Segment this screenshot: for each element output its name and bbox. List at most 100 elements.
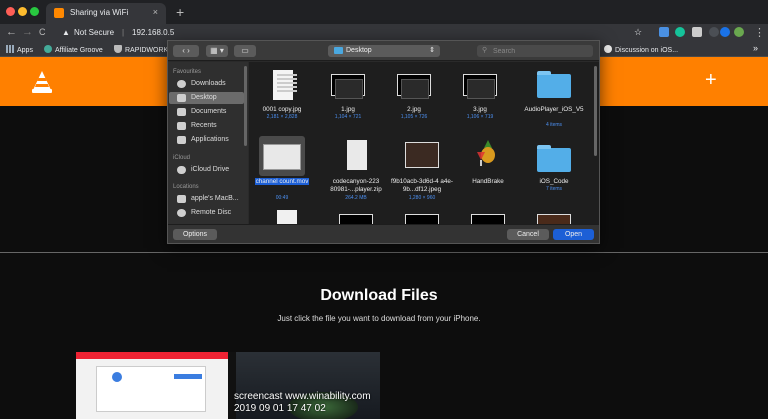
video-thumbnail-1[interactable] bbox=[76, 352, 228, 419]
browser-tab[interactable]: Sharing via WiFi × bbox=[46, 3, 166, 24]
file-name: f9b10acb-3d6d-4 a4e-9b...df12.jpeg bbox=[391, 178, 453, 193]
screencast-watermark: screencast www.winability.com 2019 09 01… bbox=[234, 391, 371, 415]
sidebar-item-icloud-drive[interactable]: iCloud Drive bbox=[169, 164, 244, 176]
sidebar-item-remote-disc[interactable]: Remote Disc bbox=[169, 207, 244, 219]
security-label: Not Secure bbox=[74, 28, 115, 37]
warning-icon: ▲ bbox=[62, 28, 70, 37]
location-popup[interactable]: Desktop ⇕ bbox=[328, 45, 440, 57]
file-meta: 264.2 MB bbox=[345, 195, 367, 201]
search-field[interactable]: ⚲ bbox=[477, 45, 593, 57]
maximize-window-button[interactable] bbox=[30, 7, 39, 16]
sidebar-scrollbar[interactable] bbox=[244, 66, 247, 146]
tab-close-icon[interactable]: × bbox=[153, 7, 158, 17]
close-window-button[interactable] bbox=[6, 7, 15, 16]
bookmarks-overflow[interactable]: » bbox=[753, 43, 758, 53]
applications-icon bbox=[177, 136, 186, 144]
partial-file-doc[interactable] bbox=[277, 210, 297, 224]
sidebar-item-downloads[interactable]: Downloads bbox=[169, 78, 244, 90]
bookmark-site-icon bbox=[44, 45, 52, 53]
partial-file-image[interactable] bbox=[405, 214, 439, 224]
file-item-3-jpg[interactable]: 3.jpg 1,106 × 719 bbox=[447, 62, 513, 132]
view-mode-button[interactable]: ▦ ▾ bbox=[206, 45, 228, 57]
file-name: AudioPlayer_iOS_V5 bbox=[524, 106, 584, 113]
documents-icon bbox=[177, 108, 186, 116]
vlc-cone-icon bbox=[32, 71, 52, 93]
back-button[interactable]: ← bbox=[6, 26, 17, 38]
file-meta: 1,106 × 719 bbox=[466, 114, 494, 120]
extension-blue-icon[interactable] bbox=[720, 27, 730, 37]
file-name: codecanyon-223 80981-...player.zip bbox=[330, 178, 382, 193]
file-item-channel-count[interactable]: channel count.mov 00:49 bbox=[249, 136, 315, 206]
folder-icon bbox=[334, 47, 343, 54]
address-bar[interactable]: ▲ Not Secure | 192.168.0.5 ☆ bbox=[56, 26, 654, 40]
partial-file-image[interactable] bbox=[471, 214, 505, 224]
file-name: 0001 copy.jpg bbox=[262, 106, 302, 113]
locations-heading: Locations bbox=[173, 184, 199, 190]
file-item-audioplayer-folder[interactable]: AudioPlayer_iOS_V5 4 items bbox=[521, 62, 587, 132]
extension-download-icon[interactable] bbox=[659, 27, 669, 37]
watermark-line-1: screencast www.winability.com bbox=[234, 391, 371, 402]
section-divider bbox=[0, 252, 768, 253]
extension-dark-icon[interactable] bbox=[709, 27, 719, 37]
bookmark-rapidwork[interactable]: RAPIDWORK bbox=[114, 45, 168, 54]
disc-icon bbox=[177, 209, 186, 217]
dialog-button-bar: Options Cancel Open bbox=[168, 224, 599, 243]
browser-tab-strip: Sharing via WiFi × + bbox=[0, 0, 768, 24]
partial-file-image[interactable] bbox=[339, 214, 373, 224]
file-name: 3.jpg bbox=[473, 106, 487, 113]
file-item-1-jpg[interactable]: 1.jpg 1,104 × 721 bbox=[315, 62, 381, 132]
cancel-button[interactable]: Cancel bbox=[507, 229, 549, 240]
sidebar-item-macbook[interactable]: apple's MacB... bbox=[169, 193, 244, 205]
bookmark-discussion-ios[interactable]: Discussion on iOS... bbox=[604, 45, 678, 54]
search-input[interactable] bbox=[493, 46, 589, 56]
file-grid-scrollbar[interactable] bbox=[594, 66, 597, 156]
extension-grammarly-icon[interactable] bbox=[675, 27, 685, 37]
new-folder-button[interactable]: ▭ bbox=[234, 45, 256, 57]
laptop-icon bbox=[177, 195, 186, 203]
menu-icon[interactable]: ⋮ bbox=[754, 26, 765, 39]
reload-button[interactable]: C bbox=[39, 27, 46, 37]
location-label: Desktop bbox=[346, 47, 372, 54]
sidebar-item-documents[interactable]: Documents bbox=[169, 106, 244, 118]
options-button[interactable]: Options bbox=[173, 229, 217, 240]
sidebar-item-applications[interactable]: Applications bbox=[169, 134, 244, 146]
file-item-handbrake[interactable]: HandBrake bbox=[455, 136, 521, 206]
sidebar-item-desktop[interactable]: Desktop bbox=[169, 92, 244, 104]
file-meta: 1,105 × 726 bbox=[400, 114, 428, 120]
minimize-window-button[interactable] bbox=[18, 7, 27, 16]
profile-avatar[interactable] bbox=[734, 27, 744, 37]
file-meta: 00:49 bbox=[275, 195, 289, 201]
zip-archive-icon bbox=[347, 140, 367, 170]
partial-file-image[interactable] bbox=[537, 214, 571, 224]
bookmark-affiliate-groove[interactable]: Affiliate Groove bbox=[44, 45, 103, 54]
favourites-heading: Favourites bbox=[173, 69, 202, 75]
forward-button[interactable]: → bbox=[22, 26, 33, 38]
search-icon: ⚲ bbox=[482, 47, 488, 54]
file-meta: 4 items bbox=[545, 122, 563, 128]
file-item-f9b10acb-jpeg[interactable]: f9b10acb-3d6d-4 a4e-9b...df12.jpeg 1,280… bbox=[389, 136, 455, 206]
chevron-updown-icon: ⇕ bbox=[429, 47, 435, 54]
file-open-dialog: ‹ › ▦ ▾ ▭ Desktop ⇕ ⚲ Favourites Downloa… bbox=[167, 40, 600, 244]
bookmark-star-icon[interactable]: ☆ bbox=[634, 27, 642, 38]
omnibox-separator: | bbox=[122, 28, 125, 37]
extension-camera-icon[interactable] bbox=[692, 27, 702, 37]
dialog-sidebar: Favourites Downloads Desktop Documents R… bbox=[168, 62, 248, 224]
add-file-button[interactable]: + bbox=[705, 69, 717, 92]
file-meta: 7 items bbox=[545, 186, 563, 192]
file-item-ios-code-folder[interactable]: iOS_Code 7 items bbox=[521, 136, 587, 206]
pineapple-glass-icon bbox=[477, 140, 495, 166]
image-thumbnail-icon bbox=[331, 74, 365, 99]
file-item-2-jpg[interactable]: 2.jpg 1,105 × 726 bbox=[381, 62, 447, 132]
folder-icon bbox=[537, 71, 571, 98]
download-files-heading: Download Files bbox=[320, 287, 438, 304]
recents-icon bbox=[177, 122, 186, 130]
file-name: HandBrake bbox=[472, 178, 504, 185]
new-tab-button[interactable]: + bbox=[176, 4, 184, 20]
file-item-0001-copy[interactable]: 0001 copy.jpg 2,181 × 2,828 bbox=[249, 62, 315, 132]
file-meta: 2,181 × 2,828 bbox=[266, 114, 298, 120]
back-forward-buttons[interactable]: ‹ › bbox=[173, 45, 199, 57]
bookmark-apps[interactable]: Apps bbox=[6, 45, 33, 54]
sidebar-item-recents[interactable]: Recents bbox=[169, 120, 244, 132]
file-item-codecanyon-zip[interactable]: codecanyon-223 80981-...player.zip 264.2… bbox=[323, 136, 389, 206]
open-button[interactable]: Open bbox=[553, 229, 594, 240]
